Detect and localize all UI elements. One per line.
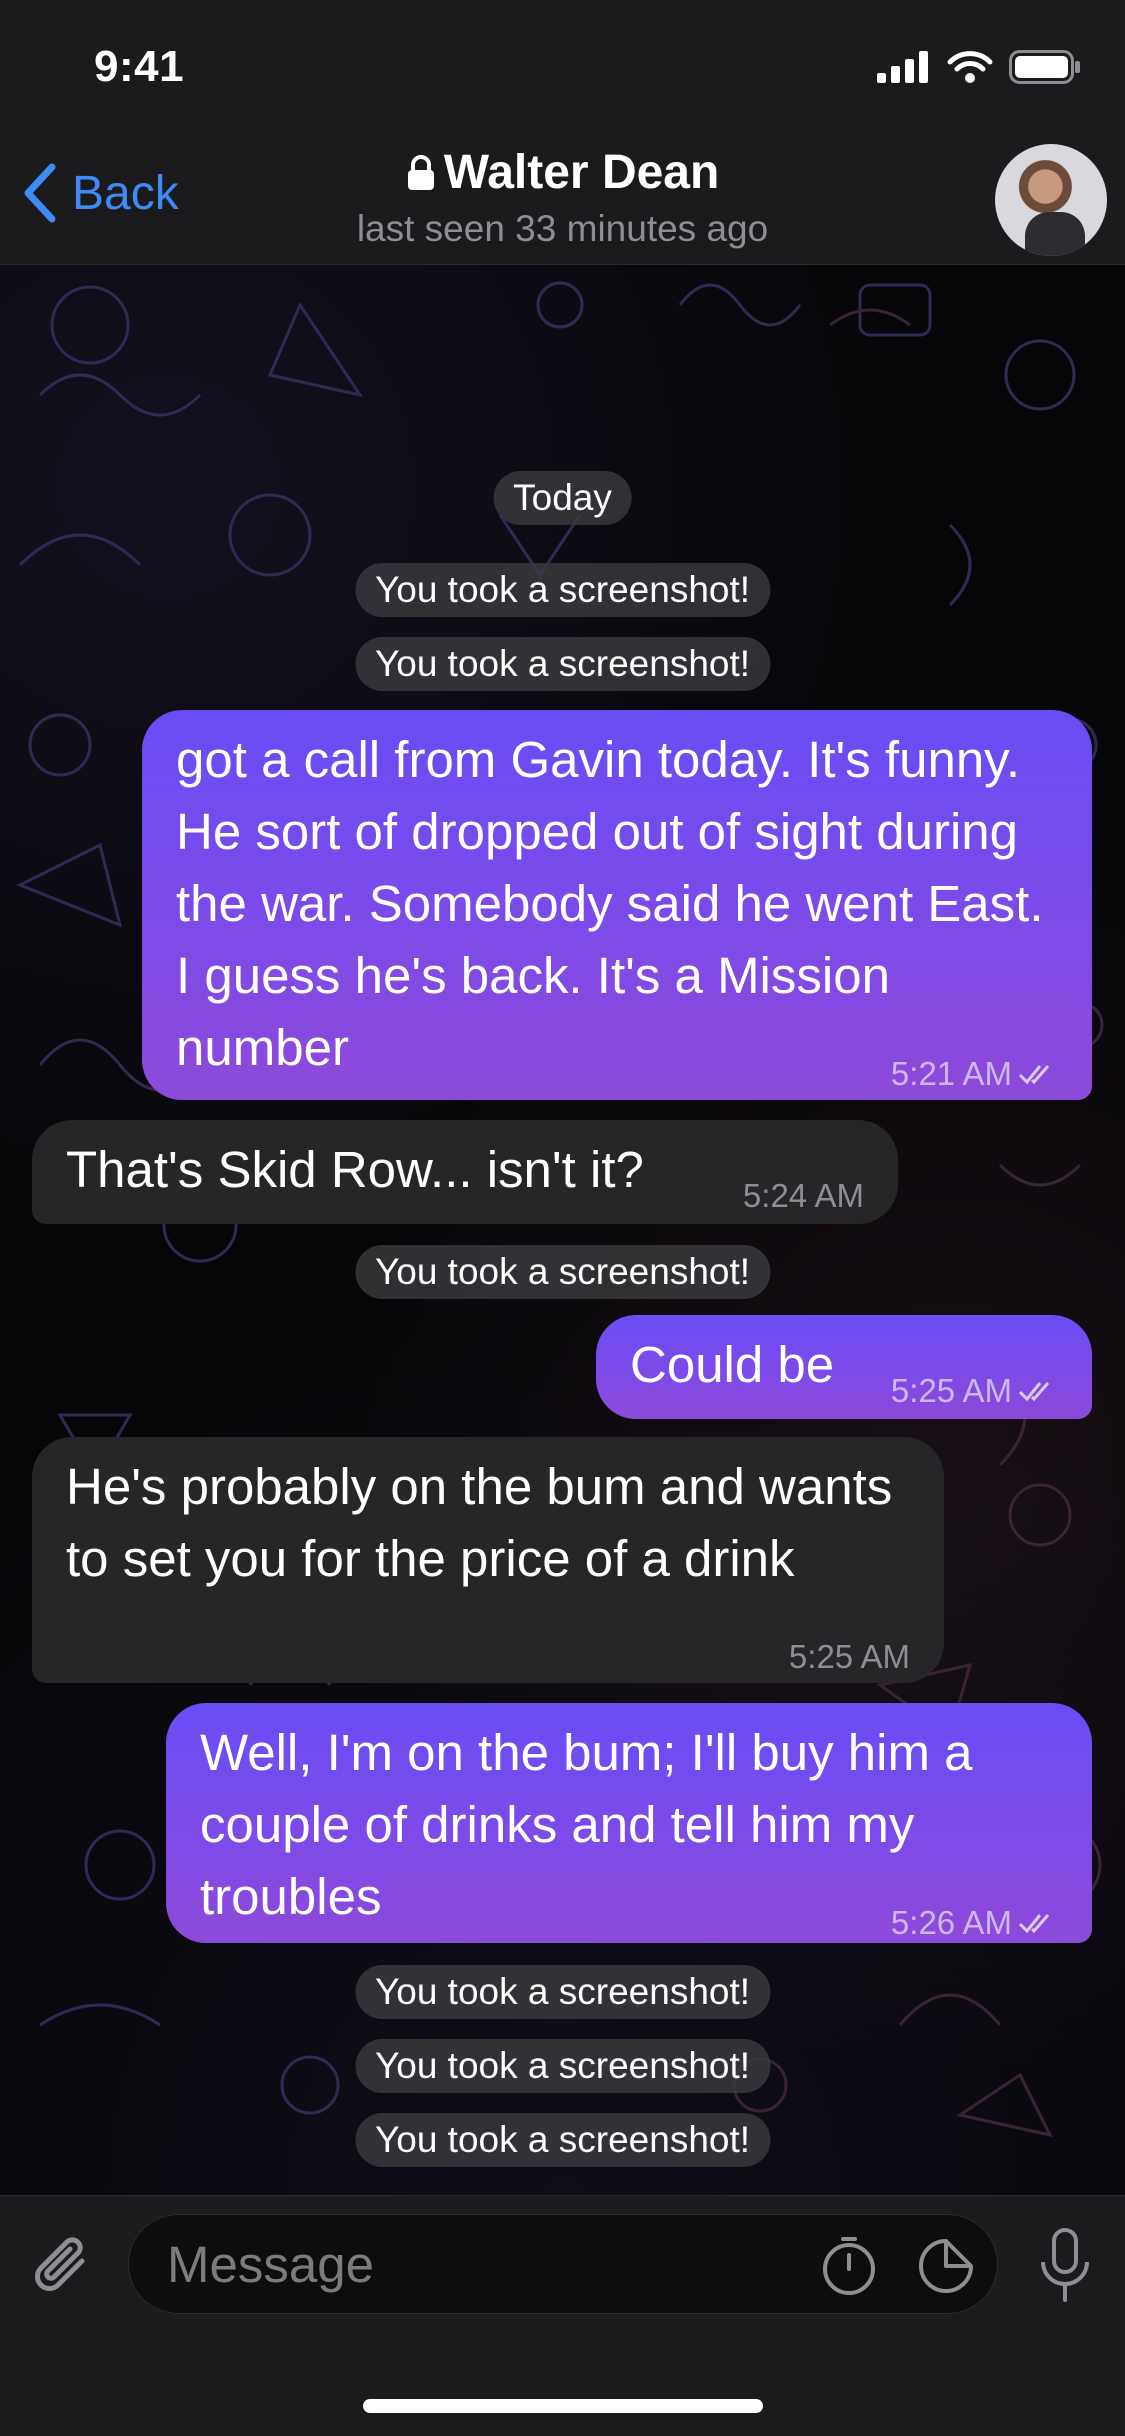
sticker-icon[interactable] [915, 2235, 977, 2297]
service-message: You took a screenshot! [354, 1245, 771, 1299]
message-time: 5:26 AM [890, 1904, 1012, 1941]
message-text: Well, I'm on the bum; I'll buy him a cou… [200, 1724, 973, 1925]
avatar[interactable] [995, 144, 1107, 256]
message-input-bar [0, 2195, 1125, 2436]
message-time: 5:24 AM [742, 1177, 864, 1214]
signal-icon [877, 51, 928, 83]
chat-header: 9:41 Back Walter Dean last seen 33 minut… [0, 0, 1125, 265]
microphone-icon[interactable] [1035, 2226, 1095, 2306]
message-bubble-incoming[interactable]: That's Skid Row... isn't it? 5:24 AM [32, 1120, 898, 1224]
back-chevron-icon [24, 163, 56, 223]
message-input[interactable] [167, 2215, 787, 2313]
message-meta: 5:25 AM [789, 1621, 910, 1693]
lock-icon [407, 154, 434, 190]
date-divider: Today [493, 471, 632, 525]
message-bubble-outgoing[interactable]: Could be 5:25 AM [596, 1315, 1092, 1419]
timer-icon[interactable] [817, 2233, 881, 2297]
service-message: You took a screenshot! [354, 2113, 771, 2167]
wifi-icon [947, 51, 993, 83]
service-message: You took a screenshot! [354, 1965, 771, 2019]
home-indicator [363, 2399, 763, 2413]
message-text: He's probably on the bum and wants to se… [66, 1458, 893, 1587]
paperclip-icon[interactable] [30, 2231, 98, 2303]
message-meta: 5:21 AM [891, 1038, 1058, 1110]
back-button[interactable]: Back [22, 163, 179, 223]
message-list: Today You took a screenshot! You took a … [0, 265, 1125, 2195]
message-meta: 5:25 AM [891, 1355, 1058, 1427]
message-text: That's Skid Row... isn't it? [66, 1141, 644, 1198]
message-time: 5:25 AM [890, 1372, 1012, 1409]
message-text: Could be [630, 1336, 835, 1393]
message-bubble-outgoing[interactable]: Well, I'm on the bum; I'll buy him a cou… [166, 1703, 1092, 1943]
service-message: You took a screenshot! [354, 637, 771, 691]
message-meta: 5:24 AM [743, 1160, 864, 1232]
service-message: You took a screenshot! [354, 2039, 771, 2093]
last-seen-status: last seen 33 minutes ago [356, 208, 769, 249]
message-time: 5:21 AM [890, 1055, 1012, 1092]
message-meta: 5:26 AM [891, 1887, 1058, 1959]
status-icons [877, 50, 1081, 84]
message-text: got a call from Gavin today. It's funny.… [176, 731, 1044, 1076]
double-check-icon [1018, 1065, 1050, 1085]
back-label: Back [72, 166, 179, 220]
message-bubble-outgoing[interactable]: got a call from Gavin today. It's funny.… [142, 710, 1092, 1100]
message-field[interactable] [128, 2214, 998, 2314]
double-check-icon [1018, 1914, 1050, 1934]
chat-screen: 9:41 Back Walter Dean last seen 33 minut… [0, 0, 1125, 2436]
status-time: 9:41 [94, 42, 185, 91]
chat-title: Walter Dean [443, 146, 720, 199]
message-bubble-incoming[interactable]: He's probably on the bum and wants to se… [32, 1437, 944, 1683]
service-message: You took a screenshot! [354, 563, 771, 617]
message-time: 5:25 AM [788, 1638, 910, 1675]
battery-icon [1009, 50, 1080, 84]
chat-title-block[interactable]: Walter Dean last seen 33 minutes ago [260, 145, 865, 250]
double-check-icon [1018, 1382, 1050, 1402]
